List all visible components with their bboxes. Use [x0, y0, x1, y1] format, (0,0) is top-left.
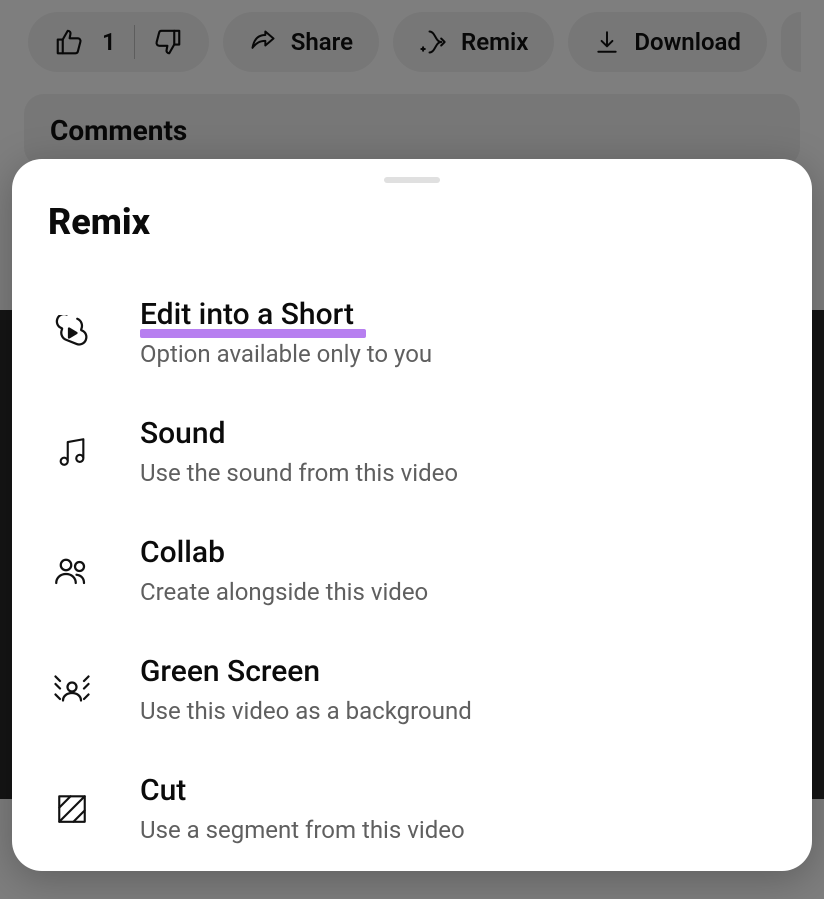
music-icon: [52, 432, 92, 472]
people-icon: [52, 551, 92, 591]
menu-item-title: Edit into a Short: [140, 297, 432, 332]
menu-item-text: Collab Create alongside this video: [140, 535, 428, 606]
menu-item-text: Green Screen Use this video as a backgro…: [140, 654, 472, 725]
menu-item-subtitle: Create alongside this video: [140, 578, 428, 606]
menu-item-subtitle: Use a segment from this video: [140, 816, 465, 844]
app-root: 1 Share: [0, 0, 824, 899]
cut-icon: [52, 789, 92, 829]
greenscreen-icon: [52, 670, 92, 710]
menu-item-subtitle: Use this video as a background: [140, 697, 472, 725]
sheet-grabber[interactable]: [384, 177, 440, 183]
menu-item-text: Sound Use the sound from this video: [140, 416, 458, 487]
menu-item-title: Cut: [140, 773, 465, 808]
remix-bottom-sheet: Remix Edit into a Short Option available…: [12, 159, 812, 871]
menu-item-subtitle: Option available only to you: [140, 340, 432, 368]
menu-item-collab[interactable]: Collab Create alongside this video: [52, 511, 772, 630]
sheet-title: Remix: [48, 201, 776, 243]
menu-item-title: Collab: [140, 535, 428, 570]
menu-item-edit-short[interactable]: Edit into a Short Option available only …: [52, 273, 772, 392]
menu-item-title: Sound: [140, 416, 458, 451]
menu-item-green-screen[interactable]: Green Screen Use this video as a backgro…: [52, 630, 772, 749]
menu-item-cut[interactable]: Cut Use a segment from this video: [52, 749, 772, 868]
menu-item-text: Edit into a Short Option available only …: [140, 297, 432, 368]
remix-menu: Edit into a Short Option available only …: [40, 273, 784, 868]
menu-item-sound[interactable]: Sound Use the sound from this video: [52, 392, 772, 511]
shorts-icon: [52, 313, 92, 353]
menu-item-text: Cut Use a segment from this video: [140, 773, 465, 844]
menu-item-title: Green Screen: [140, 654, 472, 689]
menu-item-subtitle: Use the sound from this video: [140, 459, 458, 487]
